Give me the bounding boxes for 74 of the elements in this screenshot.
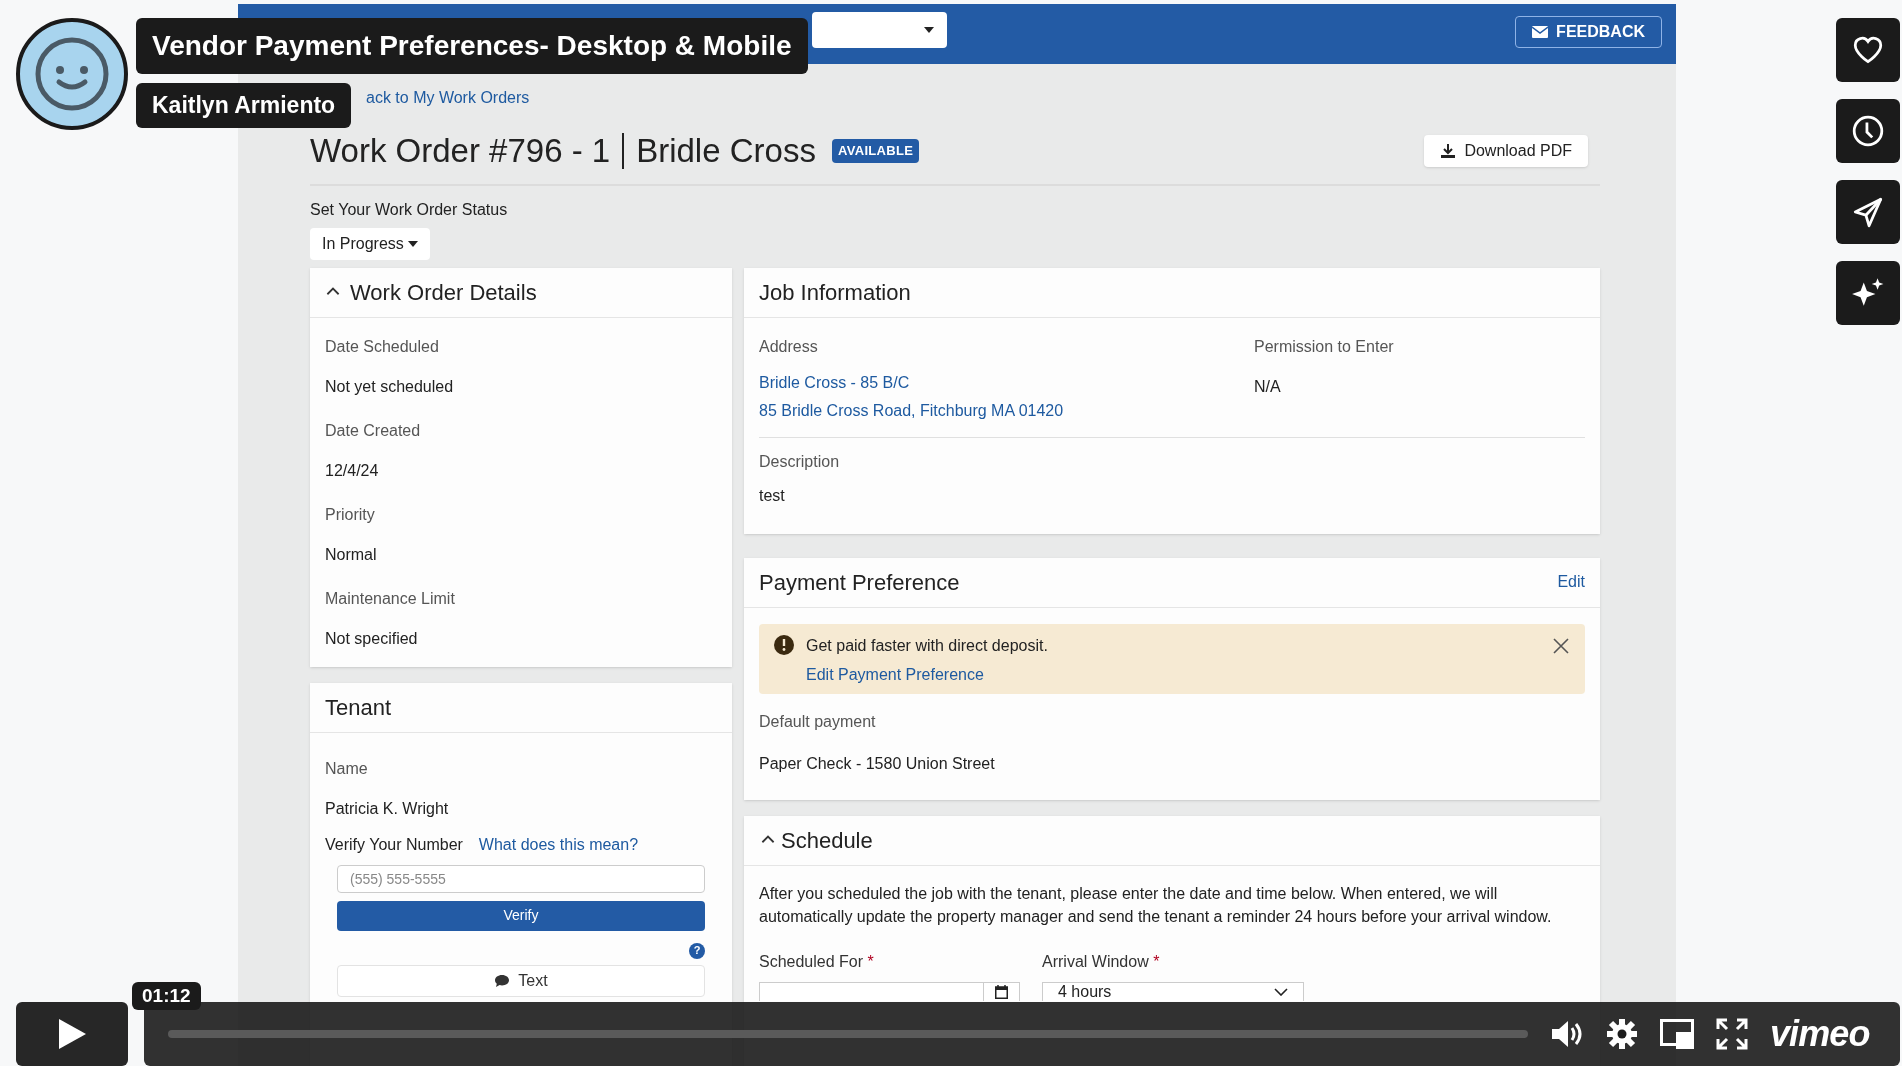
field-value: Not yet scheduled: [325, 376, 455, 397]
smiley-icon: [34, 36, 110, 112]
play-button[interactable]: [16, 1002, 128, 1066]
field-label: Default payment: [759, 711, 877, 732]
alert-icon: [774, 634, 794, 655]
phone-field[interactable]: (555) 555-5555: [337, 864, 705, 893]
field-label: Date Created: [325, 420, 422, 441]
clock-button[interactable]: [1836, 99, 1900, 163]
clock-icon: [1851, 114, 1885, 148]
status-label: Set Your Work Order Status: [310, 199, 509, 220]
sparkle-button[interactable]: [1836, 261, 1900, 325]
card-title: Job Information: [759, 278, 911, 307]
chevron-down-icon: [1274, 987, 1288, 996]
page-subtitle: Bridle Cross: [636, 131, 816, 171]
card-title: Schedule: [781, 826, 873, 855]
time-tooltip: 01:12: [132, 982, 201, 1010]
send-icon: [1851, 195, 1885, 229]
alert-text: Get paid faster with direct deposit.: [806, 635, 1048, 656]
date-field[interactable]: [759, 981, 1020, 1001]
vimeo-logo[interactable]: vimeo: [1770, 1016, 1870, 1052]
field-label: Priority: [325, 504, 376, 525]
picture-in-picture-icon[interactable]: [1660, 1019, 1694, 1049]
close-icon[interactable]: [1553, 637, 1569, 654]
dropdown-field[interactable]: [812, 12, 947, 48]
card-title: Work Order Details: [350, 278, 537, 307]
text-button[interactable]: Text: [337, 964, 705, 997]
field-label: Address: [759, 336, 819, 357]
fullscreen-icon[interactable]: [1716, 1018, 1748, 1050]
send-button[interactable]: [1836, 180, 1900, 244]
field-value: 12/4/24: [325, 460, 380, 481]
address-link[interactable]: 85 Bridle Cross Road, Fitchburg MA 01420: [759, 398, 1254, 423]
field-value: Paper Check - 1580 Union Street: [759, 753, 996, 774]
video-title[interactable]: Vendor Payment Preferences- Desktop & Mobile: [136, 18, 808, 74]
settings-icon[interactable]: [1606, 1018, 1638, 1050]
edit-preference-link[interactable]: Edit Payment Preference: [806, 662, 1048, 687]
card-title: Payment Preference: [759, 568, 960, 597]
download-pdf-button[interactable]: Download PDF: [1424, 134, 1588, 167]
field-label: Maintenance Limit: [325, 588, 456, 609]
play-icon: [57, 1018, 87, 1050]
envelope-icon: [1532, 26, 1549, 38]
help-link[interactable]: What does this mean?: [478, 832, 639, 857]
field-label: Permission to Enter: [1254, 336, 1394, 357]
edit-link[interactable]: Edit: [1557, 570, 1585, 594]
field-label: Arrival Window *: [1042, 951, 1161, 972]
address-link[interactable]: Bridle Cross - 85 B/C: [759, 370, 1254, 395]
page-title: Work Order #796 - 1: [310, 131, 611, 171]
verify-button[interactable]: Verify: [337, 900, 705, 931]
field-label: Verify Your Number: [325, 834, 463, 855]
status-badge: AVAILABLE: [831, 139, 920, 163]
like-button[interactable]: [1836, 18, 1900, 82]
field-value: test: [759, 485, 786, 506]
feedback-button[interactable]: FEEDBACK: [1515, 16, 1662, 48]
volume-icon[interactable]: [1550, 1018, 1584, 1050]
field-value: Normal: [325, 544, 378, 565]
caret-icon: [923, 26, 935, 34]
field-value: Not specified: [325, 628, 419, 649]
download-icon: [1440, 142, 1457, 159]
field-value: N/A: [1254, 376, 1282, 397]
status-dropdown[interactable]: In Progress: [310, 227, 430, 260]
help-icon[interactable]: ?: [689, 942, 705, 959]
schedule-description: After you scheduled the job with the tenant, please enter the date and time below. When entered, we will automatically update the property manager and send the tenant a reminder 24 hours before your arrival window.: [759, 883, 1553, 927]
field-value: Patricia K. Wright: [325, 798, 450, 819]
chat-bubble-icon: [494, 973, 511, 988]
field-label: Description: [759, 451, 841, 472]
arrival-window-select[interactable]: 4 hours: [1042, 981, 1304, 1001]
calendar-icon[interactable]: [995, 984, 1008, 999]
video-author[interactable]: Kaitlyn Armiento: [136, 83, 352, 128]
caret-icon: [407, 240, 418, 247]
field-label: Date Scheduled: [325, 336, 440, 357]
progress-track[interactable]: [168, 1030, 1528, 1038]
card-title: Tenant: [325, 693, 392, 722]
field-label: Name: [325, 758, 369, 779]
back-link[interactable]: ack to My Work Orders: [366, 89, 530, 106]
field-label: Scheduled For *: [759, 951, 875, 972]
